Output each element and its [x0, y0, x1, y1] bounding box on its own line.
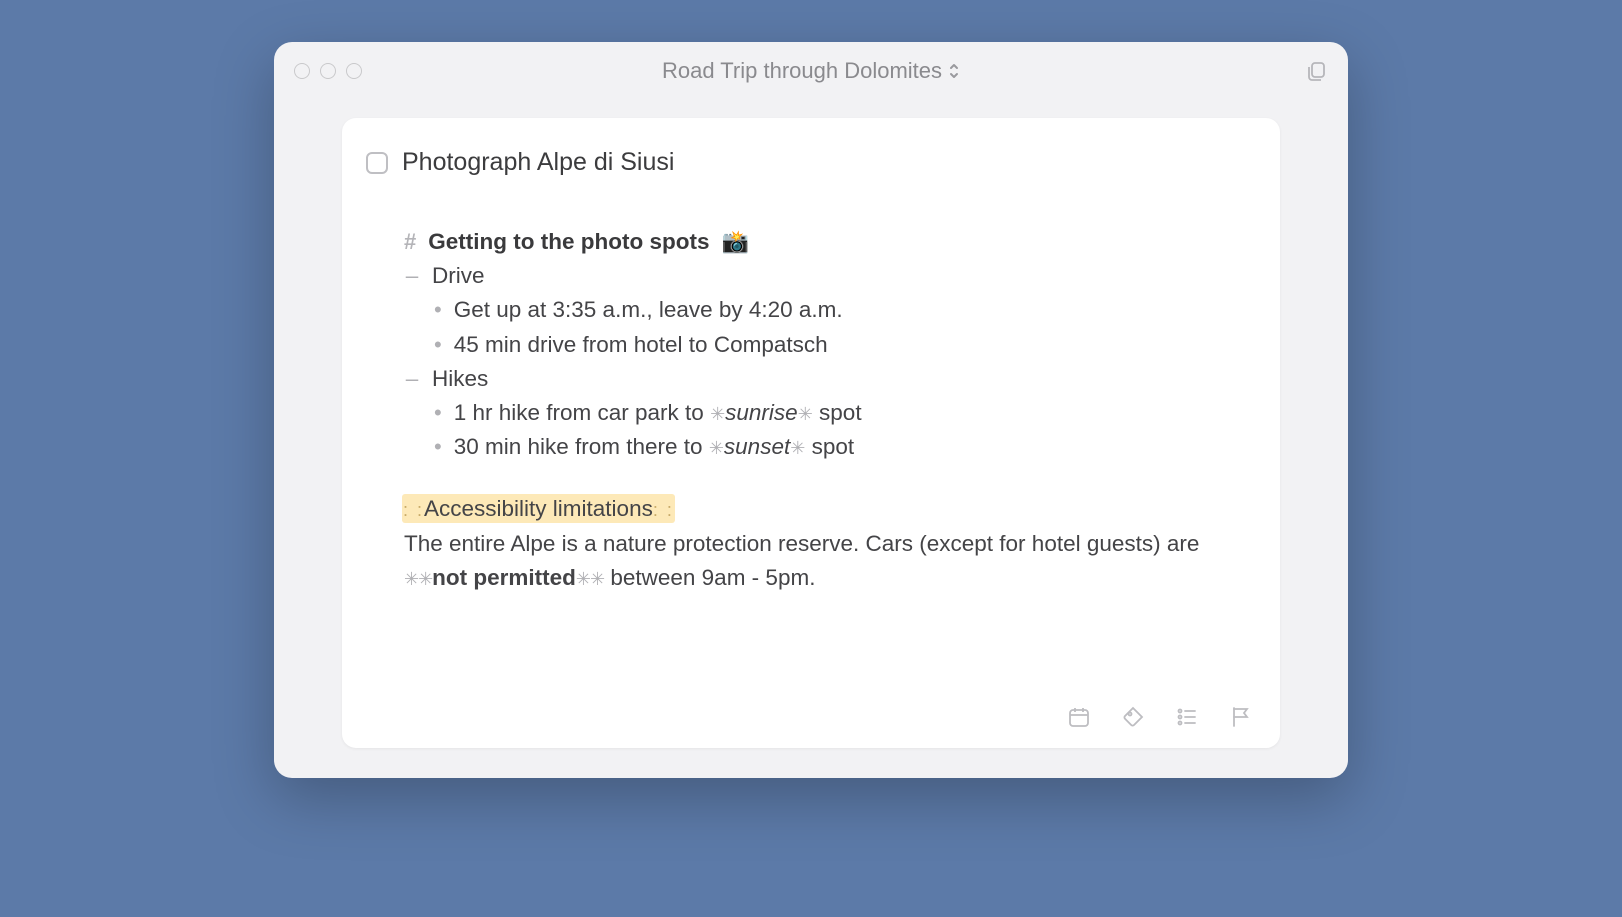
highlight-label: Accessibility limitations: [424, 496, 653, 521]
flag-button[interactable]: [1228, 704, 1254, 730]
highlight-mark-close: : :: [653, 500, 674, 520]
heading-text: Getting to the photo spots: [428, 225, 709, 259]
list-subitem-text: 1 hr hike from car park to ✳︎sunrise✳︎ s…: [454, 396, 862, 430]
highlight-heading: : :Accessibility limitations: :: [402, 492, 1256, 526]
highlight-mark-open: : :: [403, 500, 424, 520]
task-title: Photograph Alpe di Siusi: [402, 148, 674, 177]
tag-icon: [1121, 705, 1145, 729]
zoom-window-button[interactable]: [346, 63, 362, 79]
calendar-button[interactable]: [1066, 704, 1092, 730]
minimize-window-button[interactable]: [320, 63, 336, 79]
note-paragraph: The entire Alpe is a nature protection r…: [404, 527, 1256, 595]
bullet-mark: •: [434, 396, 442, 429]
tag-button[interactable]: [1120, 704, 1146, 730]
list-subitem: • 30 min hike from there to ✳︎sunset✳︎ s…: [404, 430, 1256, 464]
list-subitem-text: 30 min hike from there to ✳︎sunset✳︎ spo…: [454, 430, 854, 464]
flag-icon: [1229, 705, 1253, 729]
window-title: Road Trip through Dolomites: [662, 58, 942, 84]
dash-mark: –: [404, 362, 420, 396]
list-item-label: Drive: [432, 259, 485, 293]
list-subitem: • Get up at 3:35 a.m., leave by 4:20 a.m…: [404, 293, 1256, 327]
checklist-icon: [1175, 705, 1199, 729]
content-area: Photograph Alpe di Siusi # Getting to th…: [274, 100, 1348, 778]
list-item-label: Hikes: [432, 362, 488, 396]
titlebar: Road Trip through Dolomites: [274, 42, 1348, 100]
list-item: – Drive: [404, 259, 1256, 293]
updown-chevron-icon: [948, 62, 960, 80]
duplicate-button[interactable]: [1304, 59, 1328, 83]
camera-emoji-icon: 📸: [721, 225, 748, 258]
traffic-lights: [294, 63, 362, 79]
window-title-dropdown[interactable]: Road Trip through Dolomites: [662, 58, 960, 84]
list-subitem: • 45 min drive from hotel to Compatsch: [404, 328, 1256, 362]
hash-mark: #: [404, 225, 416, 258]
card-toolbar: [1066, 704, 1254, 730]
list-subitem-text: Get up at 3:35 a.m., leave by 4:20 a.m.: [454, 293, 843, 327]
list-subitem-text: 45 min drive from hotel to Compatsch: [454, 328, 828, 362]
list-subitem: • 1 hr hike from car park to ✳︎sunrise✳︎…: [404, 396, 1256, 430]
task-checkbox[interactable]: [366, 152, 388, 174]
app-window: Road Trip through Dolomites Photograph A…: [274, 42, 1348, 778]
note-heading: # Getting to the photo spots 📸: [404, 225, 1256, 259]
task-card: Photograph Alpe di Siusi # Getting to th…: [342, 118, 1280, 748]
bullet-mark: •: [434, 328, 442, 361]
close-window-button[interactable]: [294, 63, 310, 79]
checklist-button[interactable]: [1174, 704, 1200, 730]
note-body[interactable]: # Getting to the photo spots 📸 – Drive •…: [366, 225, 1256, 595]
list-item: – Hikes: [404, 362, 1256, 396]
bullet-mark: •: [434, 430, 442, 463]
dash-mark: –: [404, 259, 420, 293]
bullet-mark: •: [434, 293, 442, 326]
task-header: Photograph Alpe di Siusi: [366, 148, 1256, 177]
calendar-icon: [1067, 705, 1091, 729]
